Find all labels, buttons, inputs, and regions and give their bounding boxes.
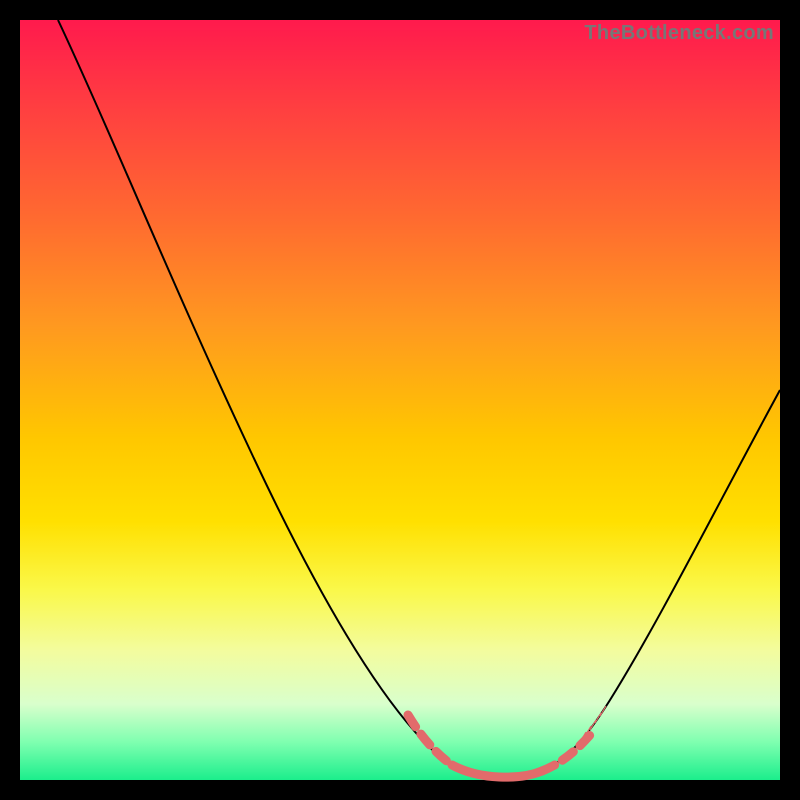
bottleneck-curve — [20, 20, 780, 780]
chart-frame: TheBottleneck.com — [0, 0, 800, 800]
plot-area: TheBottleneck.com — [20, 20, 780, 780]
curve-path — [58, 20, 780, 777]
accent-right-dashed — [542, 735, 590, 771]
accent-floor — [452, 765, 542, 777]
accent-left-dashed — [408, 715, 452, 765]
